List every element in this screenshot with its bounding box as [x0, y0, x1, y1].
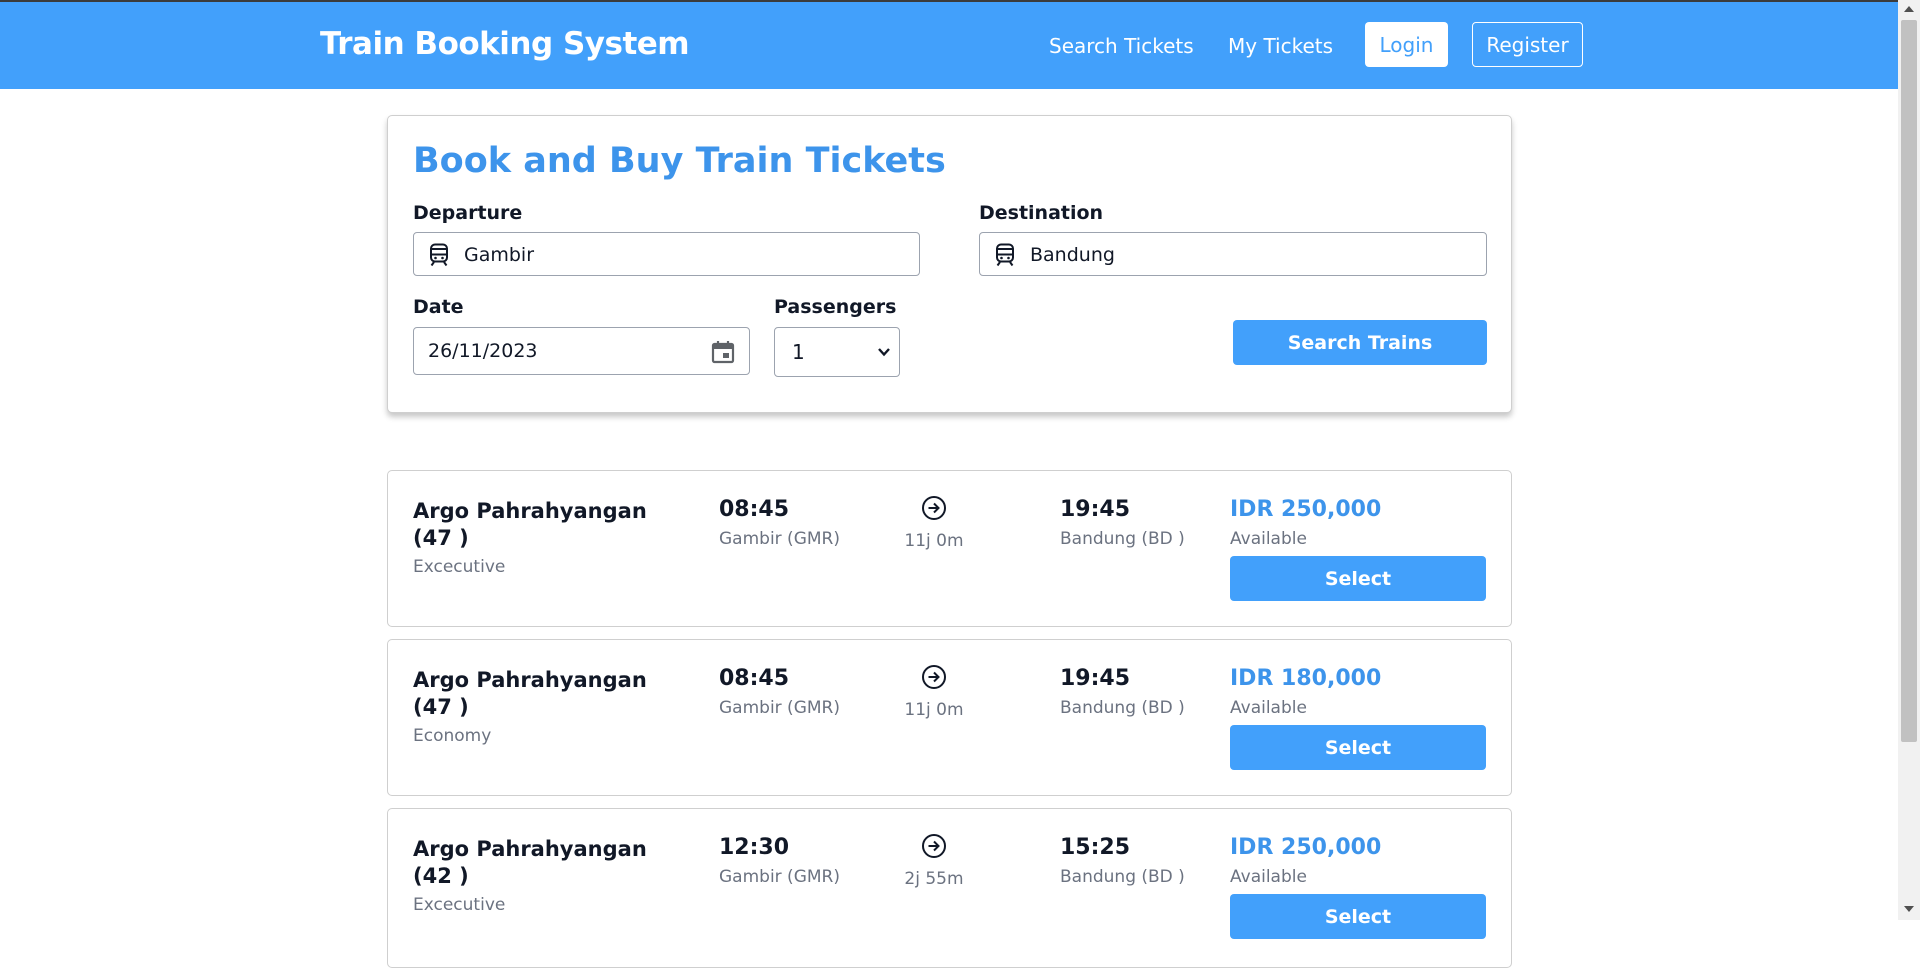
- departure-value: Gambir: [464, 244, 535, 266]
- train-class: Excecutive: [413, 895, 506, 915]
- departure-input[interactable]: Gambir: [413, 232, 920, 276]
- page-scrollbar[interactable]: [1898, 0, 1920, 920]
- arrival-time: 19:45: [1060, 666, 1131, 691]
- passengers-label: Passengers: [774, 296, 897, 318]
- chevron-down-icon: [878, 348, 890, 357]
- ticket-price: IDR 250,000: [1230, 835, 1382, 860]
- departure-time: 12:30: [719, 835, 790, 860]
- departure-label: Departure: [413, 202, 523, 224]
- brand-title[interactable]: Train Booking System: [320, 26, 690, 62]
- train-result-card: Argo Pahrahyangan (47 ) Economy 08:45 Ga…: [387, 639, 1512, 796]
- destination-value: Bandung: [1030, 244, 1115, 266]
- arrival-station: Bandung (BD ): [1060, 529, 1185, 549]
- ticket-price: IDR 250,000: [1230, 497, 1382, 522]
- navbar: Train Booking System Search Tickets My T…: [0, 2, 1898, 89]
- train-name: Argo Pahrahyangan (42 ): [413, 837, 647, 888]
- arrival-time: 15:25: [1060, 835, 1131, 860]
- train-name: Argo Pahrahyangan (47 ): [413, 668, 647, 719]
- arrow-right-circle-icon: [922, 665, 946, 689]
- date-input[interactable]: 26/11/2023: [413, 327, 750, 375]
- destination-label: Destination: [979, 202, 1104, 224]
- ticket-price: IDR 180,000: [1230, 666, 1382, 691]
- arrow-right-circle-icon: [922, 834, 946, 858]
- trip-duration: 11j 0m: [904, 700, 964, 720]
- departure-station: Gambir (GMR): [719, 867, 840, 887]
- arrow-right-circle-icon: [922, 496, 946, 520]
- search-trains-button[interactable]: Search Trains: [1233, 320, 1487, 365]
- train-name: Argo Pahrahyangan (47 ): [413, 499, 647, 550]
- select-train-button[interactable]: Select: [1230, 556, 1486, 601]
- availability-status: Available: [1230, 698, 1307, 718]
- arrival-station: Bandung (BD ): [1060, 867, 1185, 887]
- trip-duration: 2j 55m: [904, 869, 964, 889]
- date-label: Date: [413, 296, 464, 318]
- departure-station: Gambir (GMR): [719, 529, 840, 549]
- train-result-card: Argo Pahrahyangan (47 ) Excecutive 08:45…: [387, 470, 1512, 627]
- arrival-station: Bandung (BD ): [1060, 698, 1185, 718]
- nav-my-tickets[interactable]: My Tickets: [1228, 34, 1333, 58]
- train-icon: [996, 243, 1014, 267]
- passengers-select[interactable]: 1: [774, 327, 900, 377]
- train-icon: [430, 243, 448, 267]
- destination-input[interactable]: Bandung: [979, 232, 1487, 276]
- departure-time: 08:45: [719, 666, 790, 691]
- login-button[interactable]: Login: [1365, 22, 1448, 67]
- arrival-time: 19:45: [1060, 497, 1131, 522]
- search-form-card: Book and Buy Train Tickets Departure Gam…: [387, 115, 1512, 413]
- trip-duration: 11j 0m: [904, 531, 964, 551]
- calendar-icon[interactable]: [710, 339, 736, 365]
- page-title: Book and Buy Train Tickets: [413, 141, 946, 181]
- availability-status: Available: [1230, 867, 1307, 887]
- register-button[interactable]: Register: [1472, 22, 1583, 67]
- select-train-button[interactable]: Select: [1230, 894, 1486, 939]
- passengers-value: 1: [792, 340, 805, 364]
- scroll-down-arrow-icon[interactable]: [1904, 906, 1914, 912]
- select-train-button[interactable]: Select: [1230, 725, 1486, 770]
- train-class: Economy: [413, 726, 492, 746]
- departure-time: 08:45: [719, 497, 790, 522]
- departure-station: Gambir (GMR): [719, 698, 840, 718]
- nav-search-tickets[interactable]: Search Tickets: [1049, 34, 1194, 58]
- train-class: Excecutive: [413, 557, 506, 577]
- scroll-up-arrow-icon[interactable]: [1904, 6, 1914, 12]
- date-value: 26/11/2023: [428, 340, 538, 362]
- scroll-thumb[interactable]: [1901, 20, 1917, 742]
- train-result-card: Argo Pahrahyangan (42 ) Excecutive 12:30…: [387, 808, 1512, 968]
- availability-status: Available: [1230, 529, 1307, 549]
